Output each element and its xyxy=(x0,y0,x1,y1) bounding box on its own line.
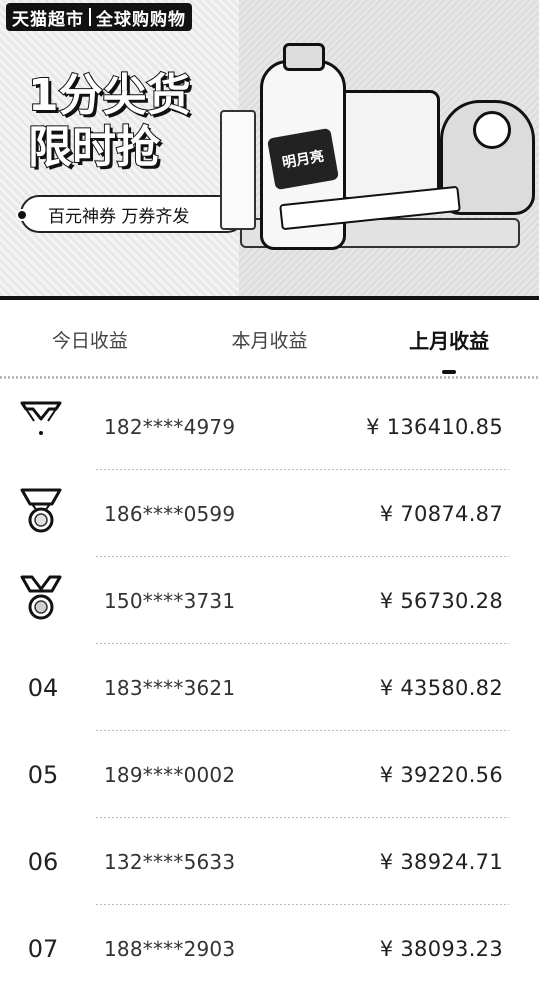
tab-today-earnings[interactable]: 今日收益 xyxy=(0,300,180,378)
active-tab-indicator xyxy=(442,370,457,374)
ranking-list: 182****4979 ¥ 136410.85 186****0599 ¥ 70… xyxy=(0,383,539,992)
promo-banner[interactable]: 天猫超市 全球购购物 1分尖货 限时抢 百元神券 万券齐发 明月亮 xyxy=(0,0,539,296)
banner-headline: 1分尖货 限时抢 xyxy=(27,69,228,174)
brand-divider xyxy=(89,8,91,26)
toothpaste-tube-image xyxy=(220,110,256,230)
tab-month-earnings[interactable]: 本月收益 xyxy=(180,300,360,378)
rank-number: 04 xyxy=(27,673,59,702)
tabs-divider xyxy=(0,376,539,379)
list-item: 186****0599 ¥ 70874.87 xyxy=(0,470,539,557)
list-item: 04 183****3621 ¥ 43580.82 xyxy=(0,644,539,731)
earnings-tabs: 今日收益 本月收益 上月收益 xyxy=(0,300,539,378)
user-phone: 150****3731 xyxy=(104,588,236,613)
brand-name: 天猫超市 xyxy=(12,9,84,30)
list-item: 182****4979 ¥ 136410.85 xyxy=(0,383,539,470)
user-phone: 186****0599 xyxy=(104,501,236,526)
tab-last-month-earnings[interactable]: 上月收益 xyxy=(359,300,539,378)
brand-slogan: 全球购购物 xyxy=(96,9,186,30)
tissue-box-image xyxy=(330,90,440,200)
earnings-amount: ¥ 38924.71 xyxy=(379,849,503,874)
bottle-cap xyxy=(283,43,325,71)
headline-line-2: 限时抢 xyxy=(27,121,161,174)
product-illustration: 明月亮 xyxy=(210,40,539,290)
earnings-amount: ¥ 136410.85 xyxy=(366,414,503,439)
earnings-amount: ¥ 70874.87 xyxy=(379,501,503,526)
pill-dot-icon xyxy=(16,209,28,221)
brand-logo: 天猫超市 全球购购物 xyxy=(6,3,192,31)
list-item: 150****3731 ¥ 56730.28 xyxy=(0,557,539,644)
coupon-pill-label: 百元神券 万券齐发 xyxy=(48,206,190,227)
silver-medal-icon xyxy=(20,488,62,533)
earnings-amount: ¥ 39220.56 xyxy=(379,762,503,787)
earnings-amount: ¥ 56730.28 xyxy=(379,588,503,613)
rank-number: 06 xyxy=(27,847,59,876)
user-phone: 189****0002 xyxy=(104,762,236,787)
bronze-medal-icon xyxy=(20,575,62,620)
user-phone: 182****4979 xyxy=(104,414,236,439)
tab-label: 本月收益 xyxy=(231,329,308,352)
pot-ring-icon xyxy=(473,111,511,149)
list-item: 06 132****5633 ¥ 38924.71 xyxy=(0,818,539,905)
earnings-amount: ¥ 43580.82 xyxy=(379,675,503,700)
user-phone: 183****3621 xyxy=(104,675,236,700)
user-phone: 132****5633 xyxy=(104,849,236,874)
gold-medal-icon xyxy=(20,401,62,435)
bottle-label: 明月亮 xyxy=(266,127,340,191)
headline-line-1: 1分尖货 xyxy=(27,69,192,122)
tab-label: 今日收益 xyxy=(51,329,128,352)
tab-label: 上月收益 xyxy=(409,328,490,353)
rank-number: 05 xyxy=(27,760,59,789)
list-item: 05 189****0002 ¥ 39220.56 xyxy=(0,731,539,818)
